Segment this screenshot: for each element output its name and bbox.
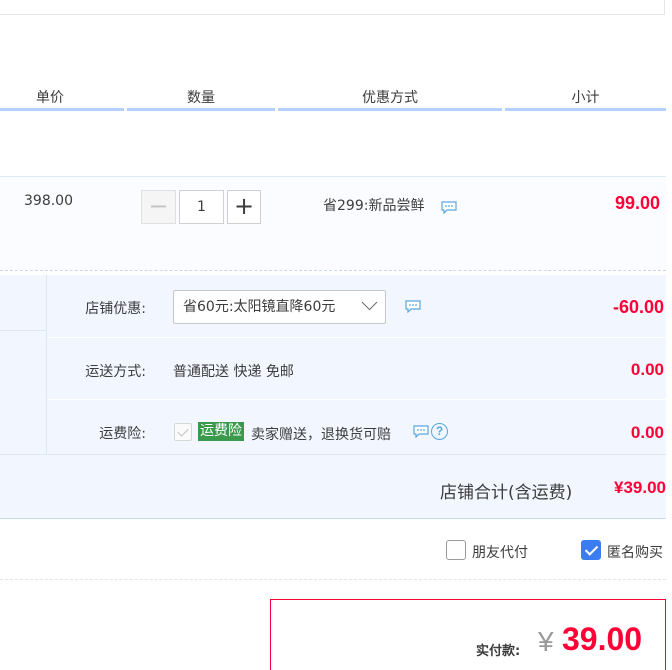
shipping-method-label: 运送方式: xyxy=(85,364,146,380)
column-header-underline xyxy=(278,108,502,111)
shop-discount-label: 店铺优惠: xyxy=(85,301,146,317)
quantity-increase-button[interactable]: + xyxy=(227,190,261,224)
shop-total-label: 店铺合计(含运费) xyxy=(440,483,573,503)
divider xyxy=(47,337,666,338)
quantity-decrease-button[interactable]: − xyxy=(141,190,176,224)
question-circle-icon[interactable]: ? xyxy=(431,423,448,440)
anonymous-purchase-label[interactable]: 匿名购买 xyxy=(607,542,666,562)
divider xyxy=(0,454,666,455)
item-subtotal: 99.00 xyxy=(614,193,660,213)
payment-currency-symbol: ¥ xyxy=(538,626,554,657)
item-unit-price: 398.00 xyxy=(24,193,73,209)
divider xyxy=(0,579,666,580)
shipping-insurance-badge: 运费险 xyxy=(198,422,244,441)
divider xyxy=(47,399,666,400)
shipping-insurance-text: 卖家赠送，退换货可赔 xyxy=(251,427,391,443)
chat-bubble-icon[interactable] xyxy=(441,201,457,214)
address-box-edge xyxy=(0,0,665,15)
column-header-unit-price: 单价 xyxy=(36,90,64,106)
shop-left-column xyxy=(0,275,47,455)
payment-amount: 39.00 xyxy=(562,621,643,657)
shipping-insurance-label: 运费险: xyxy=(99,426,146,442)
friend-pay-checkbox[interactable] xyxy=(446,540,466,560)
anonymous-purchase-checkbox[interactable] xyxy=(581,540,601,560)
shop-discount-amount: -60.00 xyxy=(612,297,664,317)
column-header-underline xyxy=(505,108,666,111)
chat-bubble-icon[interactable] xyxy=(405,300,421,313)
friend-pay-label[interactable]: 朋友代付 xyxy=(472,542,528,562)
payment-label: 实付款: xyxy=(476,644,521,659)
column-header-subtotal: 小计 xyxy=(571,90,600,106)
column-header-underline xyxy=(0,108,124,111)
shipping-insurance-amount: 0.00 xyxy=(630,423,664,442)
item-promotion-text: 省299:新品尝鲜 xyxy=(323,198,425,214)
shop-total-value: ¥39.00 xyxy=(614,478,666,497)
divider xyxy=(0,330,47,331)
shop-discount-select[interactable]: 省60元:太阳镜直降60元 xyxy=(173,290,386,324)
chat-bubble-icon[interactable] xyxy=(413,425,429,438)
shipping-method-text: 普通配送 快递 免邮 xyxy=(173,364,294,380)
order-item-row xyxy=(0,176,666,270)
quantity-input[interactable]: 1 xyxy=(179,190,224,224)
shipping-insurance-checkbox[interactable] xyxy=(174,423,192,441)
shipping-amount: 0.00 xyxy=(630,360,664,379)
divider xyxy=(0,270,666,271)
column-header-underline xyxy=(127,108,275,111)
column-header-discount: 优惠方式 xyxy=(362,90,418,106)
column-header-quantity: 数量 xyxy=(187,90,215,106)
shop-discount-selected-value: 省60元:太阳镜直降60元 xyxy=(183,299,336,315)
chevron-down-icon xyxy=(361,294,378,311)
